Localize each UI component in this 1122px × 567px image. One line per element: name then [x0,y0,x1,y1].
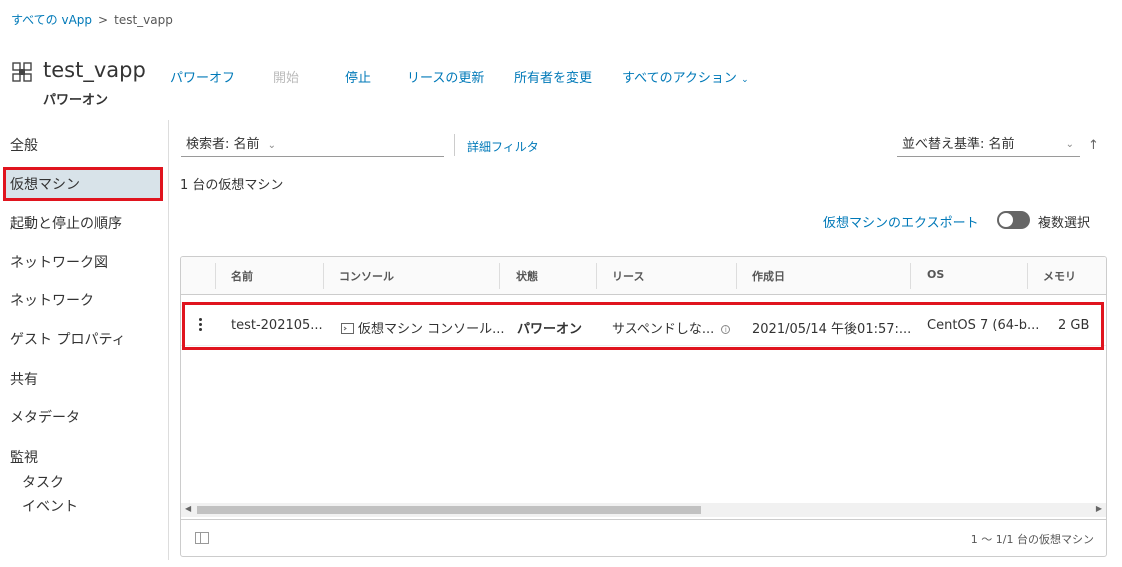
column-header-lease[interactable]: リース [612,268,644,284]
column-divider [323,263,324,289]
sidebar-item-events[interactable]: イベント [22,496,78,516]
sort-by-label: 並べ替え基準: 名前 [902,137,1015,152]
column-header-console[interactable]: コンソール [339,268,394,284]
sidebar-item-sharing[interactable]: 共有 [0,365,160,395]
column-divider [736,263,737,289]
highlight-box-nav [3,167,163,201]
sidebar-item-metadata[interactable]: メタデータ [0,403,160,433]
chevron-down-icon: ⌄ [267,140,277,151]
sidebar-item-networks[interactable]: ネットワーク [0,286,160,316]
start-button[interactable]: 開始 [273,67,299,86]
breadcrumb-all-vapps[interactable]: すべての vApp [11,11,92,28]
breadcrumb-separator: > [98,12,109,27]
column-header-name[interactable]: 名前 [231,268,253,284]
highlight-box-row [182,302,1104,350]
column-divider [596,263,597,289]
breadcrumb-current: test_vapp [114,12,173,27]
column-header-state[interactable]: 状態 [516,268,538,284]
sidebar-divider [168,120,169,560]
column-header-os[interactable]: OS [927,268,944,281]
sidebar-item-network-diagram[interactable]: ネットワーク図 [0,248,160,278]
column-divider [215,263,216,289]
advanced-filter-link[interactable]: 詳細フィルタ [467,138,539,155]
sort-by-dropdown[interactable]: 並べ替え基準: 名前 ⌄ [897,133,1080,157]
breadcrumb: すべての vApp > test_vapp [11,11,173,28]
sort-direction-icon[interactable]: ↑ [1088,138,1099,153]
action-bar: パワーオフ 開始 停止 リースの更新 所有者を変更 すべてのアクション ⌄ [0,67,1122,87]
power-off-button[interactable]: パワーオフ [170,67,235,86]
grid-header: 名前 コンソール 状態 リース 作成日 OS メモリ [181,257,1106,295]
multi-select-label: 複数選択 [1038,216,1091,231]
pagination-text: 1 ～ 1/1 台の仮想マシン [970,533,1094,546]
stop-button[interactable]: 停止 [345,67,371,86]
renew-lease-button[interactable]: リースの更新 [407,67,484,86]
all-actions-label: すべてのアクション [622,71,737,86]
column-divider [1027,263,1028,289]
sidebar-item-boot-order[interactable]: 起動と停止の順序 [0,209,160,239]
horizontal-scrollbar[interactable]: ◀ ▶ [181,503,1106,517]
column-divider [499,263,500,289]
vm-count: 1 台の仮想マシン [180,178,284,193]
vapp-status: パワーオン [43,93,109,108]
scrollbar-thumb[interactable] [197,506,701,514]
toggle-knob [999,213,1013,227]
chevron-down-icon: ⌄ [741,75,749,85]
scroll-right-icon[interactable]: ▶ [1096,504,1102,513]
column-header-created[interactable]: 作成日 [752,268,785,284]
column-header-memory[interactable]: メモリ [1043,268,1076,284]
column-divider [910,263,911,289]
sidebar-item-tasks[interactable]: タスク [22,472,64,492]
export-vm-link[interactable]: 仮想マシンのエクスポート [823,212,979,231]
grid-footer: 1 ～ 1/1 台の仮想マシン [181,519,1106,556]
chevron-down-icon: ⌄ [1065,139,1074,150]
scroll-left-icon[interactable]: ◀ [185,504,191,513]
all-actions-dropdown[interactable]: すべてのアクション ⌄ [622,67,749,86]
sidebar-item-monitor: 監視 [10,450,38,466]
search-by-dropdown[interactable]: 検索者: 名前 ⌄ [181,133,444,157]
multi-select-toggle[interactable] [997,211,1030,229]
column-toggle-icon[interactable] [195,532,209,544]
change-owner-button[interactable]: 所有者を変更 [514,67,592,86]
sidebar-item-guest-properties[interactable]: ゲスト プロパティ [0,325,160,355]
sidebar-item-general[interactable]: 全般 [0,131,160,161]
toolbar-divider [454,134,455,156]
search-by-label: 検索者: 名前 [186,137,260,152]
